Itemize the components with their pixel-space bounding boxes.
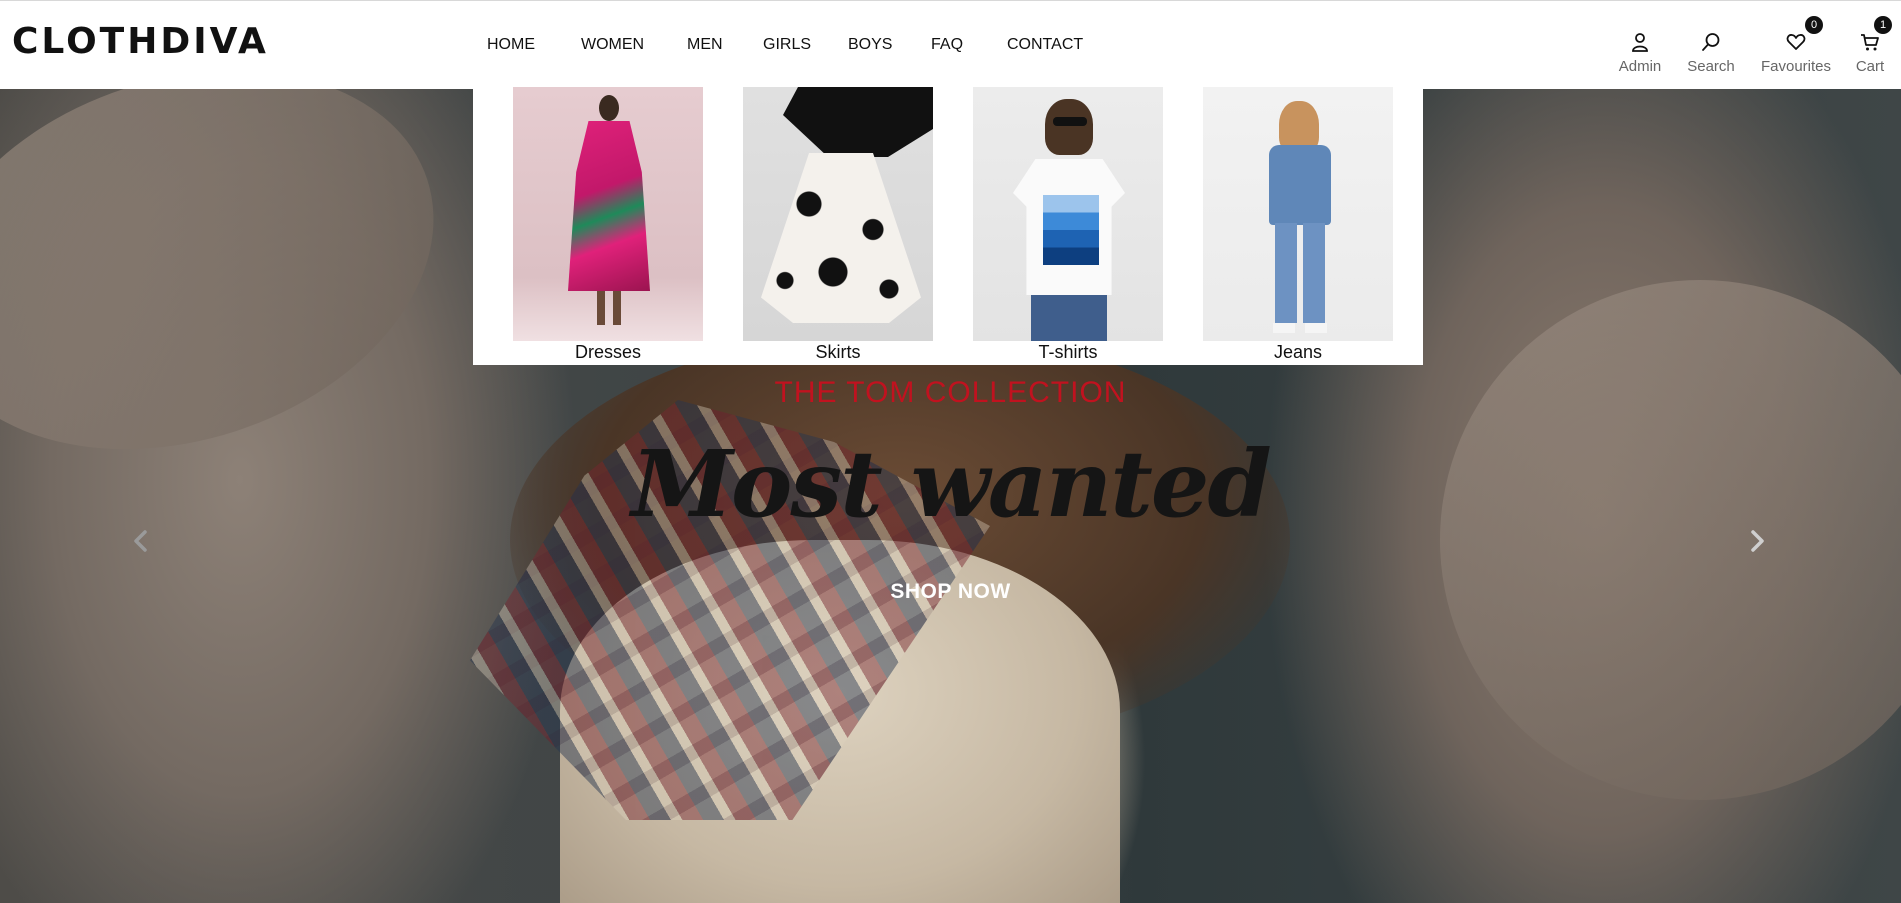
category-image-jeans	[1203, 87, 1393, 341]
collection-subtitle: THE TOM COLLECTION	[774, 376, 1127, 409]
admin-label: Admin	[1618, 58, 1662, 75]
shop-now-button[interactable]: SHOP NOW	[0, 580, 1901, 604]
category-label-skirts: Skirts	[815, 342, 861, 362]
user-icon	[1632, 33, 1648, 52]
dress-shape	[568, 121, 650, 291]
model-head	[599, 95, 619, 121]
favourites-count-badge: 0	[1805, 16, 1823, 34]
category-card-skirts[interactable]: Skirts	[743, 87, 933, 363]
category-label-tshirts: T-shirts	[1038, 342, 1098, 362]
nav-item-faq[interactable]: FAQ	[931, 36, 963, 54]
site-header: CLOTHDIVA HOME WOMEN MEN GIRLS BOYS FAQ …	[0, 0, 1901, 89]
nav-item-women[interactable]: WOMEN	[581, 36, 644, 54]
category-card-dresses[interactable]: Dresses	[513, 87, 703, 363]
sneakers	[1273, 323, 1327, 333]
chevron-left-icon	[134, 530, 147, 552]
search-button[interactable]: Search	[1685, 32, 1737, 75]
hero-headline: Most wanted	[631, 430, 1272, 538]
hero-bg-root-right	[1366, 206, 1901, 874]
nav-item-boys[interactable]: BOYS	[848, 36, 892, 54]
category-label-jeans: Jeans	[1273, 342, 1323, 362]
search-icon	[1702, 33, 1720, 51]
category-dropdown: Dresses Skirts T-shirts Jeans	[473, 87, 1423, 365]
nav-item-girls[interactable]: GIRLS	[763, 36, 811, 54]
skirt-shape	[761, 153, 921, 323]
cart-count-badge: 1	[1874, 16, 1892, 34]
heart-icon	[1786, 34, 1806, 50]
chevron-right-icon	[1751, 530, 1764, 552]
favourites-label: Favourites	[1760, 58, 1832, 75]
denim-jacket	[1269, 145, 1331, 225]
category-card-jeans[interactable]: Jeans	[1203, 87, 1393, 363]
jeans-shape	[1031, 295, 1107, 341]
favourites-button[interactable]: 0 Favourites	[1758, 16, 1834, 75]
carousel-next-button[interactable]	[1742, 526, 1772, 556]
cart-icon	[1861, 34, 1879, 51]
category-card-tshirts[interactable]: T-shirts	[973, 87, 1163, 363]
search-label: Search	[1687, 58, 1735, 75]
carousel-prev-button[interactable]	[126, 526, 156, 556]
category-image-dresses	[513, 87, 703, 341]
nav-item-home[interactable]: HOME	[487, 36, 535, 54]
jeans-shape	[1275, 223, 1325, 323]
admin-button[interactable]: Admin	[1614, 32, 1666, 75]
model-legs	[597, 291, 621, 325]
tshirt-print	[1043, 195, 1099, 265]
sunglasses	[1053, 117, 1087, 126]
cart-label: Cart	[1855, 58, 1885, 75]
category-image-tshirts	[973, 87, 1163, 341]
nav-item-men[interactable]: MEN	[687, 36, 723, 54]
category-label-dresses: Dresses	[574, 342, 641, 362]
category-image-skirts	[743, 87, 933, 341]
cart-button[interactable]: 1 Cart	[1850, 16, 1892, 75]
shop-now-label: SHOP NOW	[890, 580, 1011, 603]
brand-logo[interactable]: CLOTHDIVA	[12, 21, 269, 62]
nav-item-contact[interactable]: CONTACT	[1007, 36, 1083, 54]
model-hair	[1045, 99, 1093, 155]
model-top	[783, 87, 933, 157]
